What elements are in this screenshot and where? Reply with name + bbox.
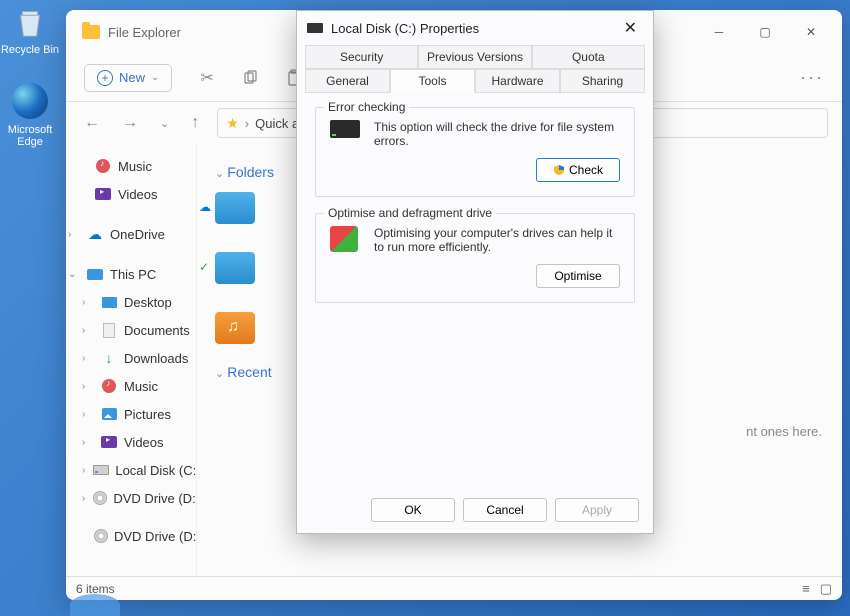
- shield-icon: [553, 164, 565, 176]
- new-label: New: [119, 70, 145, 85]
- dialog-footer: OK Cancel Apply: [297, 487, 653, 533]
- sidebar-item-videos[interactable]: Videos: [66, 180, 196, 208]
- recent-hint: nt ones here.: [746, 424, 822, 439]
- optimise-button[interactable]: Optimise: [536, 264, 620, 288]
- sidebar-item-music[interactable]: Music: [66, 152, 196, 180]
- star-icon: ★: [226, 115, 239, 132]
- recycle-bin-icon[interactable]: Recycle Bin: [0, 0, 60, 56]
- cancel-button[interactable]: Cancel: [463, 498, 547, 522]
- maximize-button[interactable]: ▢: [742, 17, 788, 47]
- chevron-down-icon[interactable]: ⌄: [156, 113, 173, 134]
- dialog-close-button[interactable]: ✕: [618, 16, 643, 40]
- error-checking-desc: This option will check the drive for fil…: [374, 120, 620, 148]
- tab-sharing[interactable]: Sharing: [560, 69, 645, 93]
- up-button[interactable]: ↑: [187, 110, 203, 136]
- cut-icon[interactable]: ✂: [200, 68, 213, 88]
- dialog-title-text: Local Disk (C:) Properties: [331, 21, 479, 36]
- sidebar-item-this-pc[interactable]: ⌄This PC: [66, 260, 196, 288]
- drive-icon: [330, 120, 360, 138]
- details-view-button[interactable]: ≡: [802, 581, 810, 597]
- ok-button[interactable]: OK: [371, 498, 455, 522]
- minimize-button[interactable]: ─: [696, 17, 742, 47]
- properties-dialog: Local Disk (C:) Properties ✕ Security Pr…: [296, 10, 654, 534]
- folder-tile[interactable]: [215, 312, 255, 344]
- new-button[interactable]: + New ⌄: [84, 64, 172, 92]
- window-title: File Explorer: [108, 25, 181, 40]
- taskbar-partial: [70, 594, 120, 616]
- forward-button[interactable]: →: [118, 110, 142, 136]
- statusbar: 6 items ≡ ▢: [66, 576, 842, 600]
- sidebar-item-onedrive[interactable]: ›☁OneDrive: [66, 220, 196, 248]
- sidebar-item-dvd-1[interactable]: ›DVD Drive (D:) I: [66, 484, 196, 512]
- error-checking-group: Error checking This option will check th…: [315, 107, 635, 197]
- edge-label: Microsoft Edge: [8, 124, 53, 148]
- folder-icon: [82, 25, 100, 39]
- error-checking-legend: Error checking: [324, 100, 409, 114]
- tab-tools[interactable]: Tools: [390, 69, 475, 93]
- recycle-bin-label: Recycle Bin: [1, 44, 59, 56]
- tab-quota[interactable]: Quota: [532, 45, 645, 69]
- tab-previous-versions[interactable]: Previous Versions: [418, 45, 531, 69]
- tab-row: Security Previous Versions Quota General…: [297, 45, 653, 93]
- optimize-group: Optimise and defragment drive Optimising…: [315, 213, 635, 303]
- dialog-titlebar: Local Disk (C:) Properties ✕: [297, 11, 653, 45]
- optimize-legend: Optimise and defragment drive: [324, 206, 496, 220]
- apply-button[interactable]: Apply: [555, 498, 639, 522]
- defrag-icon: [330, 226, 358, 252]
- back-button[interactable]: ←: [80, 110, 104, 136]
- sidebar-item-desktop[interactable]: ›Desktop: [66, 288, 196, 316]
- sidebar-item-downloads[interactable]: ›↓Downloads: [66, 344, 196, 372]
- chevron-down-icon: ⌄: [151, 72, 159, 83]
- sidebar-item-dvd-2[interactable]: DVD Drive (D:) ES: [66, 522, 196, 550]
- sidebar: Music Videos ›☁OneDrive ⌄This PC ›Deskto…: [66, 144, 196, 576]
- sidebar-item-pictures[interactable]: ›Pictures: [66, 400, 196, 428]
- icons-view-button[interactable]: ▢: [820, 581, 832, 597]
- sidebar-item-music-2[interactable]: ›Music: [66, 372, 196, 400]
- folder-tile[interactable]: [215, 192, 255, 224]
- plus-icon: +: [97, 70, 113, 86]
- sidebar-item-videos-2[interactable]: ›Videos: [66, 428, 196, 456]
- tab-security[interactable]: Security: [305, 45, 418, 69]
- edge-icon[interactable]: Microsoft Edge: [0, 80, 60, 148]
- optimize-desc: Optimising your computer's drives can he…: [374, 226, 620, 254]
- more-icon[interactable]: ···: [800, 67, 824, 88]
- copy-icon[interactable]: [242, 70, 258, 86]
- close-button[interactable]: ✕: [788, 17, 834, 47]
- folder-tile[interactable]: [215, 252, 255, 284]
- disk-icon: [307, 23, 323, 33]
- check-button[interactable]: Check: [536, 158, 620, 182]
- tab-hardware[interactable]: Hardware: [475, 69, 560, 93]
- tab-general[interactable]: General: [305, 69, 390, 93]
- sidebar-item-local-disk[interactable]: ›Local Disk (C:): [66, 456, 196, 484]
- sidebar-item-documents[interactable]: ›Documents: [66, 316, 196, 344]
- dialog-body: Error checking This option will check th…: [297, 93, 653, 487]
